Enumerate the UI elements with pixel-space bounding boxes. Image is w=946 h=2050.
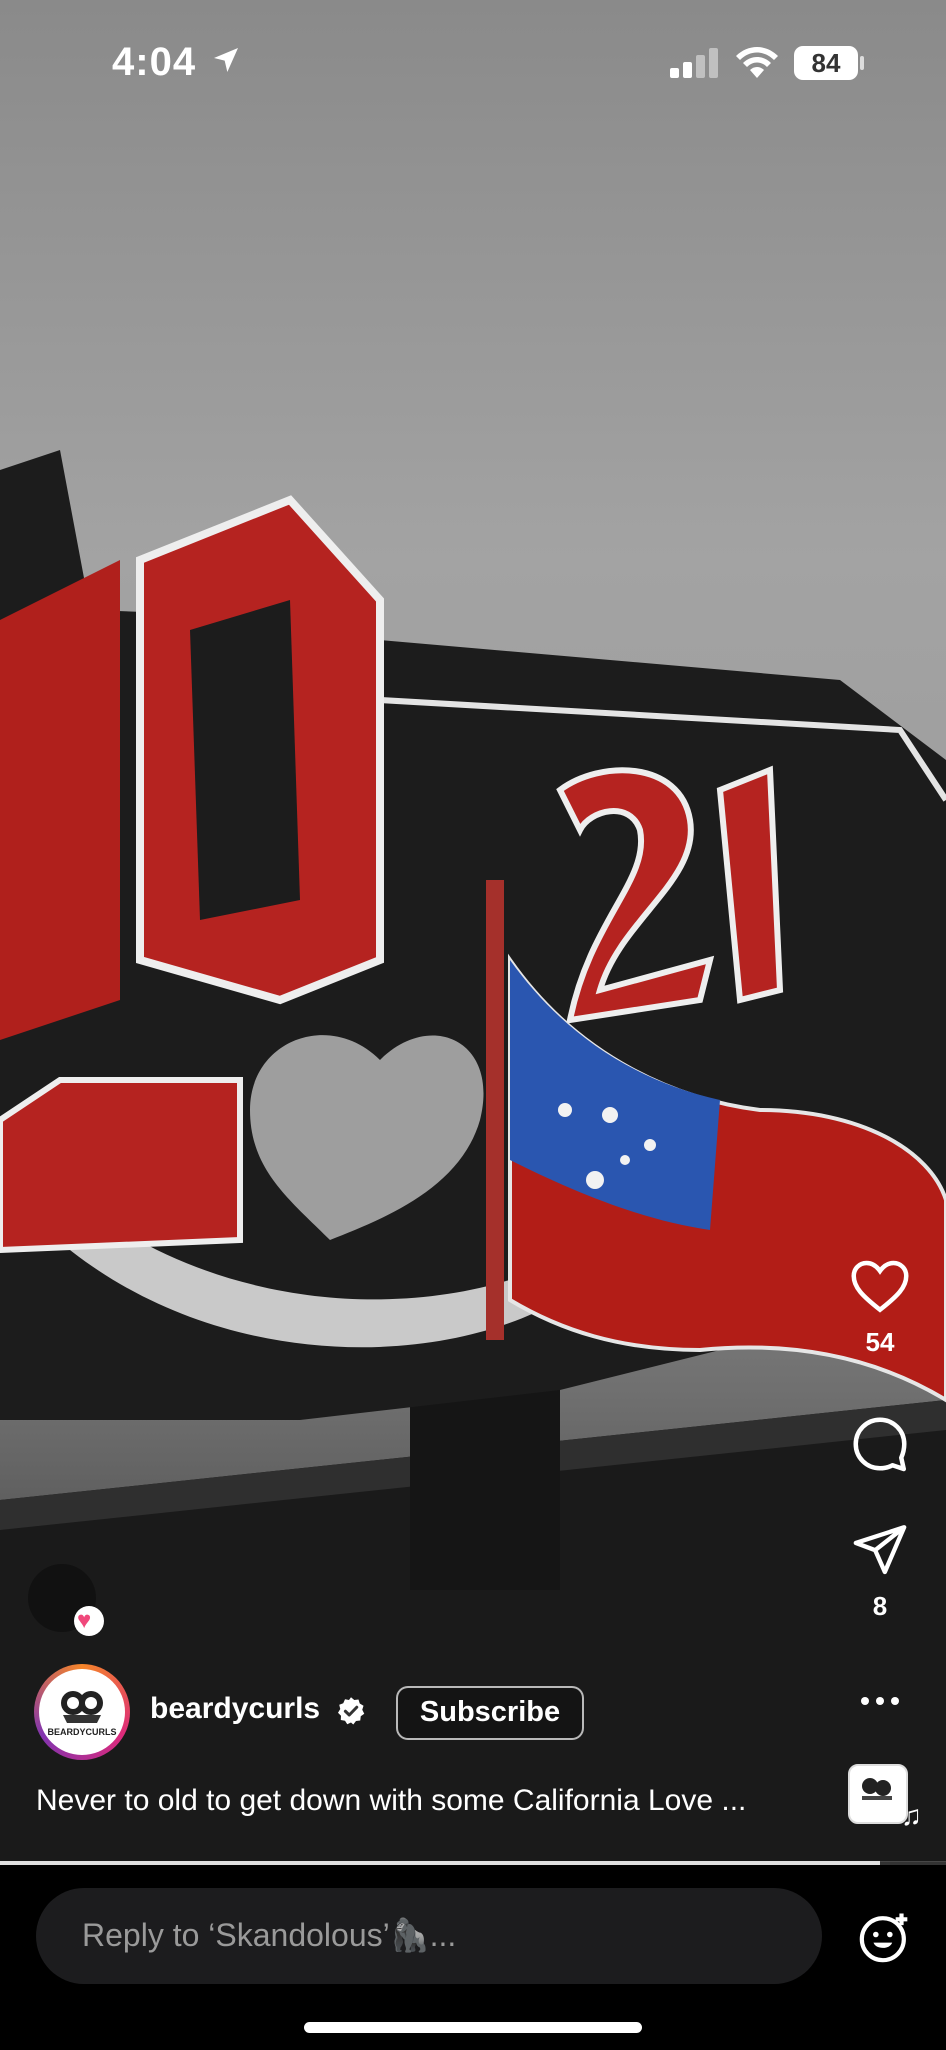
like-button[interactable]: 54 (838, 1258, 922, 1358)
reel-screen: 4:04 84 54 8 ♫ ♥ BEARDYCURLS beardycurls… (0, 0, 946, 2050)
battery-tip (860, 56, 864, 70)
heart-icon[interactable] (850, 1258, 910, 1314)
like-count: 54 (865, 1327, 895, 1357)
more-options-button[interactable] (838, 1676, 922, 1715)
comment-bubble-icon[interactable] (850, 1414, 910, 1474)
heart-badge-icon: ♥ (77, 1607, 92, 1634)
comment-button[interactable] (838, 1414, 922, 1479)
video-progress-fill (0, 1861, 880, 1865)
reply-bar: Reply to ‘Skandolous’🦍... (0, 1866, 946, 2050)
video-frame-art (0, 450, 946, 1862)
audio-cover-image (862, 1778, 892, 1800)
author-avatar-image: BEARDYCURLS (39, 1669, 125, 1755)
video-progress-bar[interactable] (0, 1861, 946, 1865)
author-avatar[interactable]: BEARDYCURLS (34, 1664, 130, 1760)
battery-indicator: 84 (794, 46, 858, 80)
more-dots-icon[interactable] (860, 1696, 900, 1706)
share-button[interactable]: 8 (838, 1520, 922, 1622)
avatar-logo-text: BEARDYCURLS (47, 1727, 117, 1737)
reply-input[interactable]: Reply to ‘Skandolous’🦍... (36, 1888, 822, 1984)
home-indicator (304, 2022, 642, 2033)
wifi-icon (736, 47, 778, 78)
location-arrow-icon (214, 48, 238, 72)
post-caption[interactable]: Never to old to get down with some Calif… (36, 1784, 746, 1818)
status-bar: 4:04 84 (0, 0, 946, 130)
audio-thumbnail[interactable]: ♫ (848, 1764, 922, 1831)
cellular-signal-icon (670, 48, 718, 78)
share-count: 8 (872, 1591, 888, 1621)
music-note-icon: ♫ (901, 1800, 922, 1831)
beardycurls-logo (61, 1691, 103, 1723)
author-username[interactable]: beardycurls (150, 1692, 320, 1726)
video-player[interactable] (0, 0, 946, 1862)
verified-badge-icon (338, 1697, 365, 1725)
liked-heart-badge: ♥ (74, 1606, 104, 1636)
status-time: 4:04 (112, 40, 197, 84)
subscribe-button[interactable]: Subscribe (396, 1686, 584, 1740)
paper-plane-icon[interactable] (851, 1520, 909, 1578)
emoji-add-icon[interactable] (856, 1910, 912, 1966)
reply-placeholder: Reply to ‘Skandolous’🦍... (82, 1917, 457, 1953)
